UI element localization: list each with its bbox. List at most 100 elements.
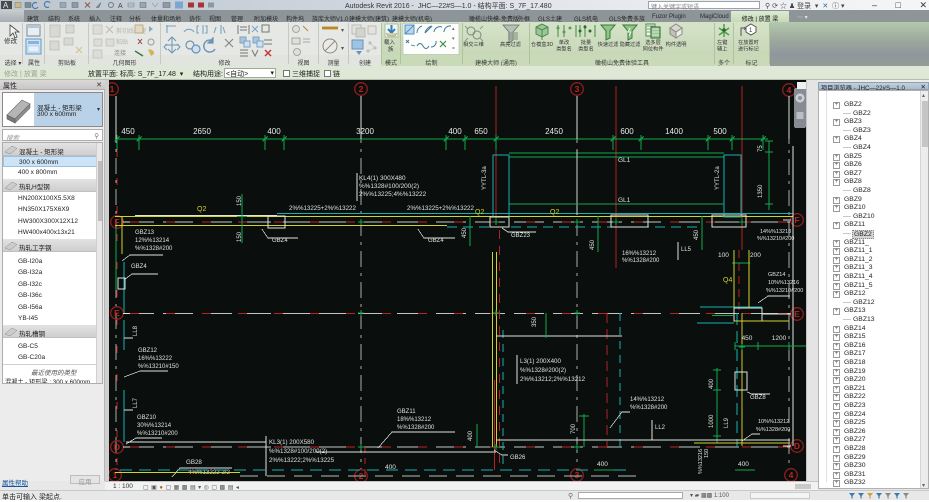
svg-text:YYTL-2a: YYTL-2a bbox=[715, 166, 721, 190]
svg-text:%%1328#200: %%1328#200 bbox=[630, 405, 668, 411]
svg-text:%%13216: %%13216 bbox=[698, 449, 704, 474]
svg-text:左键: 左键 bbox=[717, 38, 727, 46]
svg-text:600: 600 bbox=[620, 127, 634, 136]
svg-text:450: 450 bbox=[742, 335, 753, 342]
svg-text:KL3(1) 200X580: KL3(1) 200X580 bbox=[269, 439, 315, 446]
svg-text:LL8: LL8 bbox=[133, 325, 139, 336]
svg-text:650: 650 bbox=[474, 127, 488, 136]
svg-text:仓模盒3D: 仓模盒3D bbox=[531, 40, 553, 48]
svg-text:400: 400 bbox=[738, 461, 749, 468]
svg-text:LL5: LL5 bbox=[681, 247, 692, 253]
svg-text:同位构件: 同位构件 bbox=[643, 45, 664, 53]
svg-text:18%%13212: 18%%13212 bbox=[397, 417, 432, 423]
svg-text:400: 400 bbox=[385, 464, 396, 471]
svg-text:GBZ11: GBZ11 bbox=[397, 409, 416, 415]
svg-text:▾: ▾ bbox=[341, 46, 344, 52]
svg-text:400: 400 bbox=[448, 127, 462, 136]
svg-text:2: 2 bbox=[359, 84, 364, 94]
svg-text:2650: 2650 bbox=[193, 127, 211, 136]
svg-text:%%1328#200: %%1328#200 bbox=[622, 258, 660, 264]
svg-text:在放置时: 在放置时 bbox=[738, 38, 759, 46]
svg-text:粘贴: 粘贴 bbox=[116, 38, 128, 46]
svg-text:族: 族 bbox=[388, 45, 394, 53]
svg-text:%%1328#100/200(2): %%1328#100/200(2) bbox=[269, 448, 327, 455]
svg-text:KL4(1) 300X480: KL4(1) 300X480 bbox=[359, 175, 406, 182]
svg-text:选多层: 选多层 bbox=[645, 38, 661, 46]
svg-text:%%13210#150: %%13210#150 bbox=[138, 364, 179, 370]
svg-text:400: 400 bbox=[267, 127, 281, 136]
svg-text:1: 1 bbox=[110, 84, 115, 94]
svg-text:450: 450 bbox=[590, 239, 596, 250]
svg-text:GBZ13: GBZ13 bbox=[135, 230, 155, 236]
svg-text:14%%13218: 14%%13218 bbox=[760, 229, 791, 235]
svg-text:1: 1 bbox=[113, 470, 118, 480]
svg-text:GBZ23: GBZ23 bbox=[511, 233, 531, 239]
svg-text:=: = bbox=[452, 46, 455, 52]
svg-text:100: 100 bbox=[718, 252, 729, 259]
svg-text:E: E bbox=[794, 309, 800, 319]
svg-text:200: 200 bbox=[750, 252, 761, 259]
svg-text:2%%13225+2%%13222: 2%%13225+2%%13222 bbox=[289, 205, 356, 212]
svg-text:F: F bbox=[794, 215, 799, 225]
svg-text:3200: 3200 bbox=[356, 127, 374, 136]
svg-text:高亮过滤: 高亮过滤 bbox=[500, 40, 522, 48]
svg-text:Q2: Q2 bbox=[197, 206, 206, 213]
svg-text:%%13210#200: %%13210#200 bbox=[766, 288, 803, 294]
svg-text:隐藏过滤: 隐藏过滤 bbox=[620, 40, 642, 48]
svg-text:GBZ4: GBZ4 bbox=[131, 264, 147, 270]
svg-text:12%%13214: 12%%13214 bbox=[135, 238, 170, 244]
svg-text:%%1328#100/200(2): %%1328#100/200(2) bbox=[359, 183, 419, 190]
svg-text:%%1328#200: %%1328#200 bbox=[397, 425, 435, 431]
svg-text:700: 700 bbox=[571, 423, 577, 434]
svg-text:350: 350 bbox=[532, 316, 538, 327]
svg-text:2%%13225+2%%13222: 2%%13225+2%%13222 bbox=[407, 205, 474, 212]
svg-text:GBZ4: GBZ4 bbox=[272, 238, 288, 244]
svg-text:D: D bbox=[794, 441, 800, 451]
svg-text:LL2: LL2 bbox=[655, 425, 666, 431]
svg-text:类型名: 类型名 bbox=[556, 45, 572, 53]
svg-text:1350: 1350 bbox=[758, 184, 764, 198]
svg-text:相交三维: 相交三维 bbox=[463, 40, 484, 48]
svg-text:E: E bbox=[114, 308, 120, 318]
svg-text:GBZ14: GBZ14 bbox=[768, 272, 785, 278]
svg-text:▾: ▾ bbox=[341, 28, 344, 34]
svg-text:GL1: GL1 bbox=[618, 197, 631, 204]
svg-text:2%%13212;2%%13212: 2%%13212;2%%13212 bbox=[520, 376, 586, 383]
svg-text:16%%13212: 16%%13212 bbox=[622, 251, 657, 257]
svg-text:A: A bbox=[3, 1, 9, 10]
svg-text:450: 450 bbox=[462, 227, 468, 238]
svg-text:GBZ12: GBZ12 bbox=[138, 348, 158, 354]
svg-text:载入: 载入 bbox=[384, 38, 396, 46]
svg-text:%%13210#200: %%13210#200 bbox=[137, 431, 178, 437]
svg-text:4: 4 bbox=[789, 470, 794, 480]
svg-text:%%1328#200: %%1328#200 bbox=[756, 427, 790, 433]
svg-text:构件透明: 构件透明 bbox=[666, 40, 687, 48]
svg-text:L3(1) 200X400: L3(1) 200X400 bbox=[520, 358, 561, 365]
svg-text:2%%13222;2%%13225: 2%%13222;2%%13225 bbox=[269, 457, 335, 464]
svg-text:2%%13225;4%%13222: 2%%13225;4%%13222 bbox=[359, 191, 427, 198]
svg-text:400: 400 bbox=[709, 378, 715, 389]
svg-text:4: 4 bbox=[787, 85, 792, 95]
svg-text:10%%13212: 10%%13212 bbox=[758, 419, 789, 425]
svg-text:辅上: 辅上 bbox=[717, 45, 727, 53]
svg-text:500: 500 bbox=[713, 127, 727, 136]
svg-text:16%%13222: 16%%13222 bbox=[138, 356, 173, 362]
svg-text:%%13210#200: %%13210#200 bbox=[757, 236, 794, 242]
svg-text:1000: 1000 bbox=[709, 414, 715, 428]
svg-text:75: 75 bbox=[758, 145, 764, 152]
svg-text:3: 3 bbox=[575, 84, 580, 94]
svg-text:2450: 2450 bbox=[545, 127, 563, 136]
svg-text:A: A bbox=[118, 3, 123, 10]
svg-text:1200: 1200 bbox=[772, 335, 787, 342]
svg-text:1400: 1400 bbox=[665, 127, 683, 136]
svg-text:快速过滤: 快速过滤 bbox=[598, 40, 620, 48]
svg-text:400: 400 bbox=[597, 461, 608, 468]
svg-text:14%%13212: 14%%13212 bbox=[630, 397, 665, 403]
svg-text:GB26: GB26 bbox=[510, 455, 526, 461]
svg-text:D: D bbox=[114, 442, 120, 452]
svg-text:批量: 批量 bbox=[581, 38, 591, 46]
svg-text:YYTL-3a: YYTL-3a bbox=[482, 166, 488, 190]
svg-text:Q4: Q4 bbox=[723, 277, 732, 284]
svg-text:%%1328#200: %%1328#200 bbox=[135, 246, 173, 252]
svg-text:3: 3 bbox=[575, 470, 580, 480]
